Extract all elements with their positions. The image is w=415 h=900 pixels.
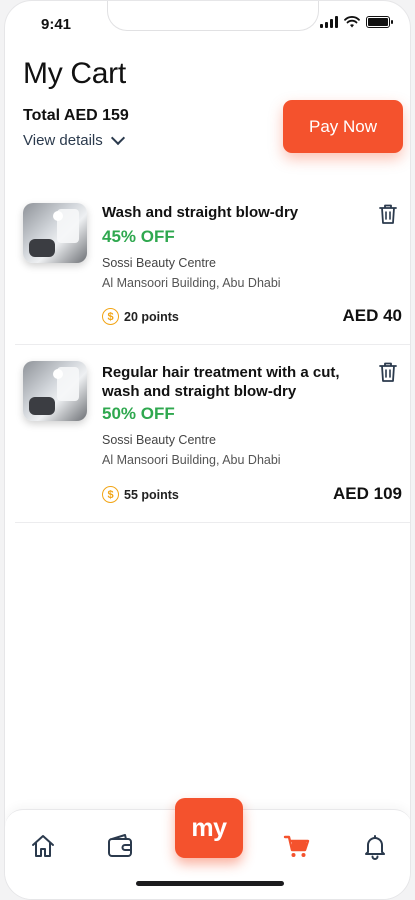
my-center-button[interactable]: my — [175, 798, 243, 858]
home-indicator — [136, 881, 284, 886]
coin-icon: $ — [102, 486, 119, 503]
service-name: Regular hair treatment with a cut, wash … — [102, 364, 340, 400]
battery-icon — [366, 16, 393, 28]
points-badge: $ 55 points — [102, 486, 179, 503]
vendor-address: Al Mansoori Building, Abu Dhabi — [102, 453, 281, 467]
wallet-icon[interactable] — [106, 832, 134, 860]
page-title: My Cart — [23, 57, 126, 90]
salon-thumbnail — [23, 203, 87, 263]
points-label: 20 points — [124, 309, 179, 324]
service-name: Wash and straight blow-dry — [102, 204, 299, 221]
wifi-icon — [344, 16, 360, 28]
home-icon[interactable] — [29, 832, 57, 860]
vendor-name: Sossi Beauty Centre — [102, 256, 216, 270]
notch — [107, 1, 319, 31]
discount-label: 50% OFF — [102, 404, 175, 423]
points-label: 55 points — [124, 487, 179, 502]
points-badge: $ 20 points — [102, 308, 179, 325]
signal-icon — [320, 16, 338, 28]
trash-icon[interactable] — [378, 203, 398, 225]
pay-now-button[interactable]: Pay Now — [283, 100, 403, 153]
item-price: AED 40 — [342, 306, 402, 325]
trash-icon[interactable] — [378, 361, 398, 383]
view-details-label: View details — [23, 132, 103, 149]
item-price: AED 109 — [333, 484, 402, 503]
status-icons — [320, 16, 393, 28]
status-time: 9:41 — [41, 16, 72, 33]
cart-icon[interactable] — [283, 832, 311, 860]
discount-label: 45% OFF — [102, 227, 175, 246]
coin-icon: $ — [102, 308, 119, 325]
bottom-nav: my — [5, 798, 410, 899]
cart-total: Total AED 159 — [23, 107, 129, 124]
vendor-address: Al Mansoori Building, Abu Dhabi — [102, 276, 281, 290]
cart-item: Wash and straight blow-dry 45% OFF Sossi… — [15, 187, 410, 345]
cart-item: Regular hair treatment with a cut, wash … — [15, 345, 410, 523]
chevron-down-icon — [110, 130, 125, 146]
vendor-name: Sossi Beauty Centre — [102, 433, 216, 447]
view-details-toggle[interactable]: View details — [23, 130, 125, 149]
phone-screen: 9:41 My Cart Total AED 159 View details … — [4, 0, 411, 900]
bell-icon[interactable] — [361, 832, 389, 860]
salon-thumbnail — [23, 361, 87, 421]
